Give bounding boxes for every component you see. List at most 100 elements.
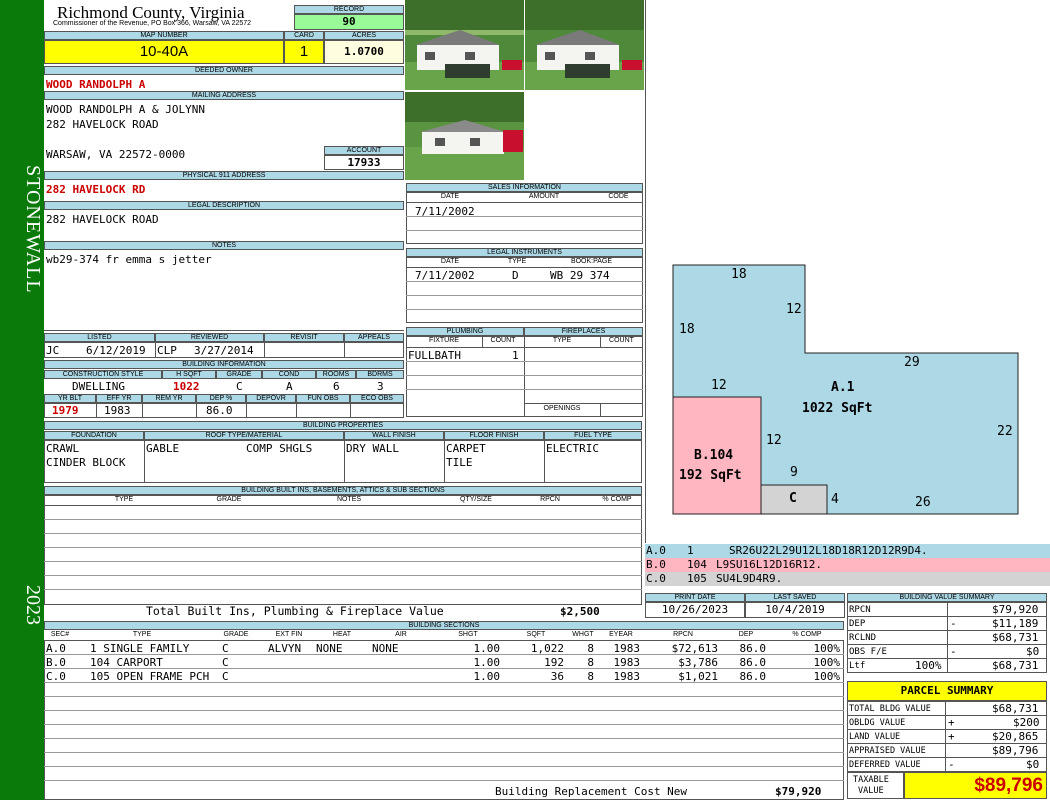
sections-col-header: SQFT — [504, 631, 568, 640]
dim-top: 18 — [731, 267, 747, 282]
bi-rooms-h: ROOMS — [316, 370, 356, 379]
bvs-dep-l: DEP — [849, 619, 866, 629]
bvs-obs-l: OBS F/E — [849, 647, 887, 657]
bvs-ltf: $68,731 — [992, 659, 1039, 672]
bvs-ltf-l: Ltf — [849, 661, 866, 671]
bvs-obs-sign: - — [950, 645, 957, 658]
parcel-def: $0 — [1026, 758, 1040, 771]
parcel-tbv: $68,731 — [992, 702, 1039, 715]
bi-yrblt: 1979 — [52, 404, 79, 417]
section-cell: C.0 — [46, 670, 66, 683]
section-b-name: B.104 — [694, 448, 734, 463]
props-wall: DRY WALL — [346, 442, 399, 455]
plumbing-header: PLUMBING — [406, 327, 524, 336]
account-header: ACCOUNT — [324, 146, 404, 155]
section-cell: 36 — [550, 670, 564, 683]
sections-total-label: Building Replacement Cost New — [495, 785, 688, 798]
section-cell: 192 — [544, 656, 564, 669]
bi-hsqft: 1022 — [173, 380, 200, 393]
bi-style-h: CONSTRUCTION STYLE — [44, 370, 162, 379]
map-header: MAP NUMBER — [44, 31, 284, 40]
props-foundation-h: FOUNDATION — [44, 431, 144, 440]
section-cell: C — [222, 656, 229, 669]
section-cell: 86.0 — [739, 670, 767, 683]
reviewed-by: CLP — [157, 344, 177, 357]
bi-rooms: 6 — [333, 380, 340, 393]
physical-address: 282 HAVELOCK RD — [46, 183, 146, 196]
sections-col-header: AIR — [370, 631, 432, 640]
legal-header: LEGAL DESCRIPTION — [44, 201, 404, 210]
parcel-obldg-l: OBLDG VALUE — [849, 718, 906, 728]
sections-col-header: EXT FIN — [264, 631, 314, 640]
appeals-header: APPEALS — [344, 333, 404, 342]
sections-col-header: DEP — [722, 631, 770, 640]
year-label: 2023 — [22, 585, 44, 625]
section-cell: 104 CARPORT — [90, 656, 163, 669]
section-cell: 1983 — [613, 670, 641, 683]
section-cell: 1983 — [613, 642, 641, 655]
section-cell: 8 — [587, 642, 594, 655]
bi-grade: C — [236, 380, 243, 393]
owner-name: WOOD RANDOLPH A — [46, 78, 146, 91]
sections-col-header: GRADE — [208, 631, 264, 640]
bi-funobs-h: FUN OBS — [296, 394, 350, 403]
section-cell: 100% — [813, 656, 841, 669]
parcel-appr-l: APPRAISED VALUE — [849, 746, 926, 756]
props-roof1: GABLE — [146, 442, 180, 455]
mailing-line3: WARSAW, VA 22572-0000 — [46, 148, 186, 161]
props-floor-h: FLOOR FINISH — [444, 431, 544, 440]
bvs-obs: $0 — [1026, 645, 1040, 658]
sections-col-header: % COMP — [770, 631, 844, 640]
bi-bdrms: 3 — [377, 380, 384, 393]
taxable-label-2: VALUE — [858, 786, 884, 796]
mailing-line2: 282 HAVELOCK ROAD — [46, 118, 159, 131]
property-photo-2 — [525, 0, 644, 90]
card-number: 1 — [284, 40, 324, 64]
building-header: BUILDING INFORMATION — [44, 360, 404, 369]
section-cell: 8 — [587, 656, 594, 669]
builtins-total-label: Total Built Ins, Plumbing & Fireplace Va… — [146, 604, 444, 618]
parcel-appr: $89,796 — [992, 744, 1039, 757]
bvs-ltf-pct: 100% — [915, 659, 942, 672]
instr-book: WB 29 374 — [550, 269, 610, 282]
bvs-dep-sign: - — [950, 617, 957, 630]
district-label: STONEWALL — [22, 165, 44, 294]
section-cell: 1 SINGLE FAMILY — [90, 642, 190, 655]
section-cell: NONE — [372, 642, 399, 655]
sections-col-header: RPCN — [644, 631, 722, 640]
section-cell: A.0 — [46, 642, 66, 655]
print-date: 10/26/2023 — [645, 602, 745, 618]
props-found1: CRAWL — [46, 442, 80, 455]
props-fuel-h: FUEL TYPE — [544, 431, 642, 440]
dim-26: 26 — [915, 495, 931, 510]
bi-dep-h: DEP % — [196, 394, 246, 403]
dim-left18: 18 — [679, 322, 695, 337]
sections-col-header: HEAT — [314, 631, 370, 640]
reviewed-date: 3/27/2014 — [194, 344, 254, 357]
dim-4: 4 — [831, 492, 839, 507]
owner-header: DEEDED OWNER — [44, 66, 404, 75]
bvs-dep: $11,189 — [992, 617, 1039, 630]
property-photo-1 — [405, 0, 524, 90]
dim-9: 9 — [790, 465, 798, 480]
props-roof2: COMP SHGLS — [246, 442, 313, 455]
section-c-name: C — [789, 491, 797, 506]
dim-b12: 12 — [766, 433, 782, 448]
map-number: 10-40A — [44, 40, 284, 64]
parcel-land: $20,865 — [992, 730, 1039, 743]
bvs-rclnd: $68,731 — [992, 631, 1039, 644]
sections-header: BUILDING SECTIONS — [44, 621, 844, 630]
section-cell: 8 — [587, 670, 594, 683]
props-wall-h: WALL FINISH — [344, 431, 444, 440]
bi-grade-h: GRADE — [216, 370, 262, 379]
parcel-obldg-sign: + — [948, 716, 955, 729]
section-cell: 1.00 — [473, 656, 501, 669]
sketch-code-a: A.0 1 SR26U22L29U12L18D18R12D12R9D4. — [645, 544, 1050, 558]
parcel-def-l: DEFERRED VALUE — [849, 760, 921, 770]
card-header: CARD — [284, 31, 324, 40]
sales-table — [406, 192, 643, 244]
section-cell: 100% — [813, 670, 841, 683]
parcel-def-sign: - — [948, 758, 955, 771]
plumb-fixture: FULLBATH — [408, 349, 461, 362]
county-subtitle: Commissioner of the Revenue, PO Box 366,… — [53, 20, 252, 27]
